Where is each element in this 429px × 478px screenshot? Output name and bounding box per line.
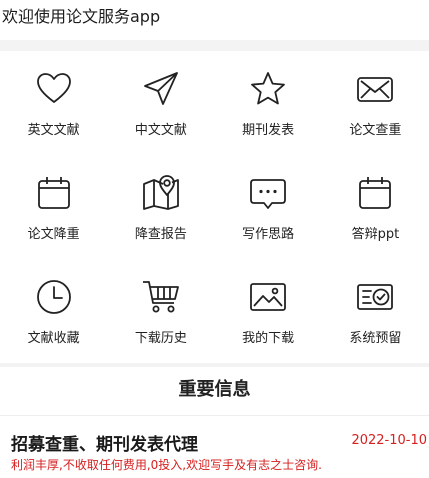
calendar-icon [355, 173, 395, 213]
map-location-icon [141, 173, 181, 213]
header-divider [0, 40, 429, 51]
clock-icon [34, 277, 74, 317]
menu-item-label: 中文文献 [134, 123, 187, 138]
menu-item-my-downloads[interactable]: 我的下载 [215, 259, 322, 363]
menu-item-label: 系统预留 [349, 331, 402, 346]
menu-item-label: 写作思路 [242, 227, 295, 242]
welcome-title: 欢迎使用论文服务app [0, 0, 429, 36]
menu-item-defense-ppt[interactable]: 答辩ppt [322, 155, 429, 259]
menu-item-label: 论文查重 [349, 123, 402, 138]
menu-item-label: 降查报告 [134, 227, 187, 242]
menu-item-reduce-duplication[interactable]: 论文降重 [0, 155, 107, 259]
menu-item-writing-ideas[interactable]: 写作思路 [215, 155, 322, 259]
menu-item-label: 英文文献 [27, 123, 80, 138]
menu-item-english-literature[interactable]: 英文文献 [0, 51, 107, 155]
envelope-icon [355, 69, 395, 109]
calendar-icon [34, 173, 74, 213]
menu-item-system-reserved[interactable]: 系统预留 [322, 259, 429, 363]
news-title: 招募查重、期刊发表代理 [11, 435, 198, 455]
service-menu-grid: 英文文献 中文文献 期刊发表 论文查重 论文降重 降查报告 写作思路 答辩ppt… [0, 51, 429, 363]
menu-item-literature-favorites[interactable]: 文献收藏 [0, 259, 107, 363]
paper-plane-icon [141, 69, 181, 109]
menu-item-journal-publish[interactable]: 期刊发表 [215, 51, 322, 155]
menu-item-label: 期刊发表 [242, 123, 295, 138]
menu-item-label: 下载历史 [134, 331, 187, 346]
image-icon [248, 277, 288, 317]
news-item[interactable]: 招募查重、期刊发表代理 2022-10-10 利润丰厚,不收取任何费用,0投入,… [0, 416, 429, 478]
section-title: 重要信息 [178, 379, 251, 400]
verified-badge-icon [355, 277, 395, 317]
menu-item-label: 论文降重 [27, 227, 80, 242]
menu-item-label: 文献收藏 [27, 331, 80, 346]
menu-item-chinese-literature[interactable]: 中文文献 [107, 51, 214, 155]
shopping-cart-icon [141, 277, 181, 317]
menu-item-plagiarism-check[interactable]: 论文查重 [322, 51, 429, 155]
menu-item-check-report[interactable]: 降查报告 [107, 155, 214, 259]
news-description: 利润丰厚,不收取任何费用,0投入,欢迎写手及有志之士咨询. [11, 458, 322, 472]
menu-item-download-history[interactable]: 下载历史 [107, 259, 214, 363]
chat-bubble-icon [248, 173, 288, 213]
star-icon [248, 69, 288, 109]
menu-item-label: 答辩ppt [351, 227, 400, 242]
heart-icon [34, 69, 74, 109]
menu-item-label: 我的下载 [242, 331, 295, 346]
news-date: 2022-10-10 [351, 433, 427, 448]
